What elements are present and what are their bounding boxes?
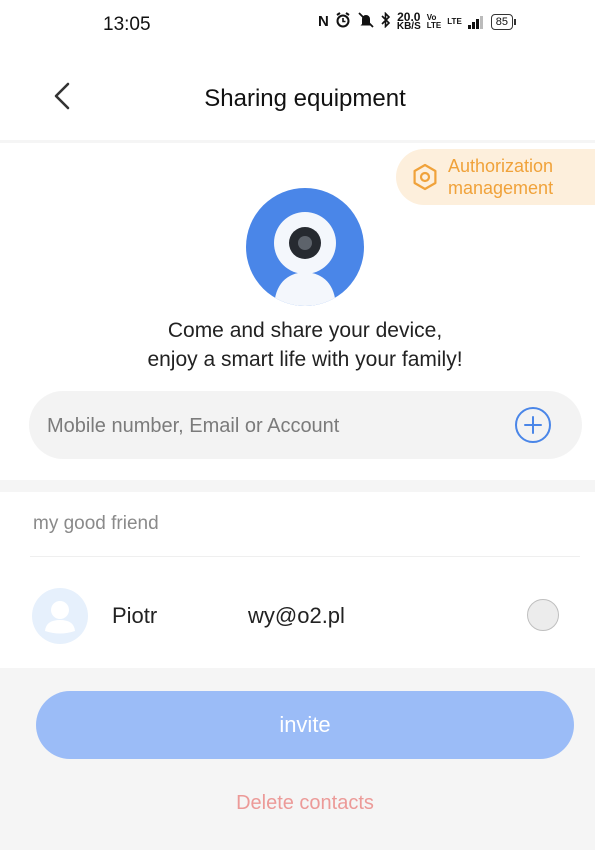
- avatar-icon: [32, 588, 88, 644]
- mute-icon: [357, 12, 375, 31]
- bluetooth-icon: [381, 11, 391, 31]
- contact-name: Piotr: [112, 603, 158, 628]
- account-input[interactable]: [45, 391, 509, 461]
- network-type: LTE: [447, 16, 462, 26]
- header-divider: [0, 140, 595, 143]
- volte-icon: Vo LTE: [426, 12, 442, 30]
- network-speed: 20.0 KB/S: [396, 9, 421, 32]
- status-time: 13:05: [103, 14, 151, 35]
- promo-line-1: Come and share your device,: [167, 319, 443, 342]
- status-icons: N 20.0 KB/S Vo LTE LTE 85: [318, 9, 517, 32]
- alarm-icon: [335, 12, 351, 31]
- authorization-management-label: Authorization management: [448, 156, 554, 198]
- signal-icon: [467, 15, 483, 29]
- nfc-icon: N: [318, 13, 329, 30]
- plus-circle-icon: [515, 407, 551, 443]
- page-title: Sharing equipment: [204, 85, 406, 112]
- hexagon-settings-icon: [413, 163, 437, 191]
- section-separator: [0, 480, 595, 492]
- battery-icon: 85: [490, 13, 517, 30]
- contact-select-radio[interactable]: [527, 599, 559, 631]
- section-divider: [30, 556, 580, 557]
- authorization-management-button[interactable]: Authorization management: [396, 149, 595, 205]
- add-account-button[interactable]: [514, 406, 552, 444]
- camera-device-icon: [246, 188, 364, 306]
- promo-line-2: enjoy a smart life with your family!: [147, 348, 463, 371]
- invite-button[interactable]: invite: [36, 691, 574, 759]
- account-input-container: [29, 391, 582, 461]
- contact-row[interactable]: Piotr wy@o2.pl: [0, 578, 595, 654]
- contact-email: wy@o2.pl: [248, 603, 345, 628]
- contacts-section-label: my good friend: [33, 513, 159, 534]
- delete-contacts-link[interactable]: Delete contacts: [0, 792, 595, 815]
